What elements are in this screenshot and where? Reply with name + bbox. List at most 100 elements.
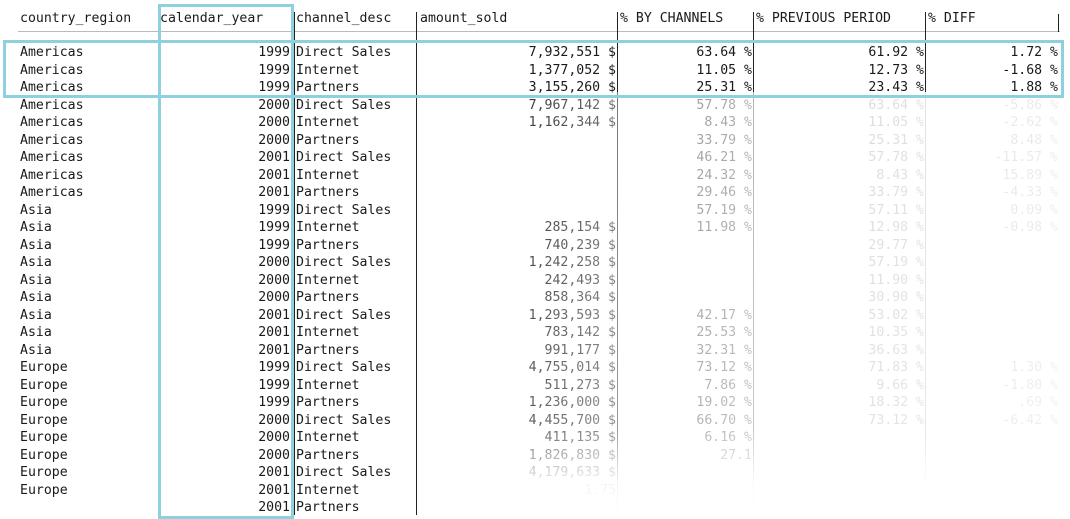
- cell-channel-desc: Internet: [296, 167, 360, 183]
- cell-calendar-year: 2000: [258, 255, 290, 270]
- cell-pct-diff: 1.88 %: [1010, 80, 1058, 95]
- cell-pct-diff: -0.98 %: [1002, 220, 1058, 235]
- cell-country-region: Europe: [20, 482, 68, 498]
- cell-calendar-year: 2001: [258, 325, 290, 340]
- cell-pct-by-channels: 24.32 %: [696, 167, 752, 183]
- cell-channel-desc: Partners: [296, 80, 360, 95]
- cell-amount-sold: 4,179,633 $: [528, 465, 616, 480]
- cell-pct-by-channels: 7.86 %: [704, 377, 752, 393]
- cell-amount-sold: 411,135 $: [544, 430, 616, 445]
- cell-pct-previous-period: 11.05 %: [868, 115, 924, 130]
- cell-calendar-year: 2000: [258, 272, 290, 288]
- cell-country-region: Americas: [20, 167, 84, 183]
- cell-amount-sold: [420, 184, 616, 202]
- cell-channel-desc: Partners: [296, 395, 360, 410]
- cell-channel-desc: Partners: [296, 237, 360, 253]
- cell-calendar-year: 2001: [258, 465, 290, 480]
- cell-channel-desc: Direct Sales: [296, 45, 392, 60]
- cell-pct-diff: [928, 237, 1058, 255]
- cell-pct-by-channels: 73.12 %: [696, 360, 752, 375]
- cell-channel-desc: Internet: [296, 377, 360, 393]
- cell-amount-sold: 4,755,014 $: [528, 360, 616, 375]
- cell-pct-diff: 0.09 %: [1010, 202, 1058, 218]
- header-country-region: country_region: [20, 11, 132, 26]
- cell-channel-desc: Partners: [296, 290, 360, 305]
- cell-amount-sold: 783,142 $: [544, 325, 616, 340]
- cell-pct-by-channels: 27.1: [720, 447, 752, 463]
- header-calendar-year: calendar_year: [160, 11, 264, 26]
- cell-amount-sold: [420, 149, 616, 167]
- cell-pct-diff: [928, 307, 1058, 325]
- cell-country-region: Americas: [20, 150, 84, 165]
- cell-pct-previous-period: 18.32 %: [868, 395, 924, 410]
- cell-pct-previous-period: 57.19 %: [868, 255, 924, 270]
- cell-pct-previous-period: [756, 464, 924, 482]
- cell-amount-sold: 1,826,830 $: [528, 447, 616, 463]
- cell-pct-diff: [928, 342, 1058, 360]
- cell-amount-sold: 1.75: [584, 482, 616, 498]
- cell-country-region: Asia: [20, 290, 52, 305]
- cell-amount-sold: [420, 499, 616, 517]
- cell-pct-previous-period: 63.64 %: [868, 97, 924, 113]
- cell-calendar-year: 2001: [258, 342, 290, 358]
- cell-calendar-year: 1999: [258, 220, 290, 235]
- cell-pct-previous-period: 8.43 %: [876, 167, 924, 183]
- cell-pct-diff: [928, 499, 1058, 517]
- cell-pct-previous-period: [756, 499, 924, 517]
- cell-channel-desc: Internet: [296, 115, 360, 130]
- cell-country-region: Europe: [20, 430, 68, 445]
- cell-calendar-year: 2000: [258, 290, 290, 305]
- cell-calendar-year: 1999: [258, 377, 290, 393]
- cell-calendar-year: 1999: [258, 62, 290, 78]
- cell-country-region: Europe: [20, 360, 68, 375]
- query-result-table: country_region calendar_year channel_des…: [0, 0, 1070, 519]
- column-separator: [1058, 14, 1059, 32]
- cell-pct-previous-period: 23.43 %: [868, 80, 924, 95]
- cell-country-region: Americas: [20, 80, 84, 95]
- cell-country-region: Americas: [20, 62, 84, 78]
- cell-country-region: Americas: [20, 115, 84, 130]
- cell-calendar-year: 1999: [258, 395, 290, 410]
- cell-channel-desc: Partners: [296, 447, 360, 463]
- cell-amount-sold: 3,155,260 $: [528, 80, 616, 95]
- cell-pct-by-channels: 66.70 %: [696, 412, 752, 428]
- cell-amount-sold: [420, 167, 616, 185]
- cell-pct-by-channels: 6.16 %: [704, 430, 752, 445]
- cell-channel-desc: Partners: [296, 185, 360, 200]
- header-channel-desc: channel_desc: [296, 11, 392, 26]
- cell-amount-sold: 1,236,000 $: [528, 395, 616, 410]
- cell-pct-diff: [928, 254, 1058, 272]
- header-divider: [18, 31, 1060, 32]
- cell-calendar-year: 2000: [258, 132, 290, 148]
- cell-pct-diff: [928, 272, 1058, 290]
- cell-channel-desc: Direct Sales: [296, 97, 392, 113]
- cell-country-region: Asia: [20, 272, 52, 288]
- cell-pct-previous-period: 9.66 %: [876, 377, 924, 393]
- cell-pct-previous-period: 71.83 %: [868, 360, 924, 375]
- cell-calendar-year: 2001: [258, 500, 290, 515]
- cell-amount-sold: 7,967,142 $: [528, 97, 616, 113]
- cell-calendar-year: 2001: [258, 482, 290, 498]
- cell-pct-previous-period: 10.35 %: [868, 325, 924, 340]
- cell-amount-sold: 7,932,551 $: [528, 45, 616, 60]
- cell-country-region: Americas: [20, 97, 84, 113]
- cell-channel-desc: Internet: [296, 272, 360, 288]
- cell-pct-previous-period: 25.31 %: [868, 132, 924, 148]
- cell-country-region: Europe: [20, 377, 68, 393]
- cell-calendar-year: 1999: [258, 237, 290, 253]
- cell-pct-previous-period: 57.78 %: [868, 150, 924, 165]
- cell-pct-previous-period: 29.77 %: [868, 237, 924, 253]
- cell-calendar-year: 2000: [258, 430, 290, 445]
- cell-pct-diff: -1.68 %: [1002, 62, 1058, 78]
- cell-pct-by-channels: 57.19 %: [696, 202, 752, 218]
- column-separator: [925, 12, 926, 515]
- cell-pct-diff: [928, 482, 1058, 500]
- cell-country-region: Asia: [20, 325, 52, 340]
- cell-pct-diff: -1.80 %: [1002, 377, 1058, 393]
- cell-pct-by-channels: [620, 289, 752, 307]
- column-separator: [753, 12, 754, 515]
- cell-amount-sold: 285,154 $: [544, 220, 616, 235]
- cell-pct-previous-period: [756, 447, 924, 465]
- column-separator: [617, 12, 618, 515]
- cell-country-region: Asia: [20, 255, 52, 270]
